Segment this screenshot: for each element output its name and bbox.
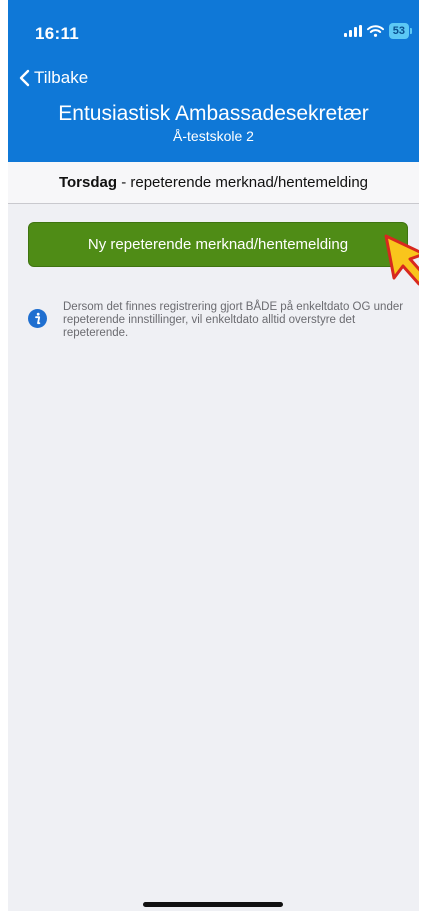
day-header: Torsdag - repeterende merknad/hentemeldi… — [8, 162, 419, 204]
chevron-left-icon — [19, 69, 30, 87]
new-repeating-note-button[interactable]: Ny repeterende merknad/hentemelding — [28, 222, 408, 267]
pointer-cursor-icon — [384, 234, 419, 286]
day-header-rest: - repeterende merknad/hentemelding — [117, 174, 369, 191]
day-name: Torsdag — [58, 174, 118, 191]
page-title: Entusiastisk Ambassadesekretær — [58, 102, 369, 125]
back-label: Tilbake — [34, 68, 89, 87]
info-message: Dersom det finnes registrering gjort BÅD… — [63, 301, 404, 339]
page-subtitle: Å-testskole 2 — [173, 128, 254, 144]
battery-icon: 53 — [388, 23, 413, 39]
back-button[interactable]: Tilbake — [18, 68, 88, 88]
home-indicator[interactable] — [143, 902, 283, 907]
status-time: 16:11 — [35, 24, 80, 43]
signal-icon — [343, 25, 362, 37]
phone-screen: 16:11 53 Tilbake Entusiastisk Ambassades… — [8, 0, 419, 911]
status-icons: 53 — [343, 23, 413, 39]
wifi-icon — [366, 25, 384, 37]
info-icon — [28, 309, 47, 328]
app-header: 16:11 53 Tilbake Entusiastisk Ambassades… — [8, 0, 419, 162]
